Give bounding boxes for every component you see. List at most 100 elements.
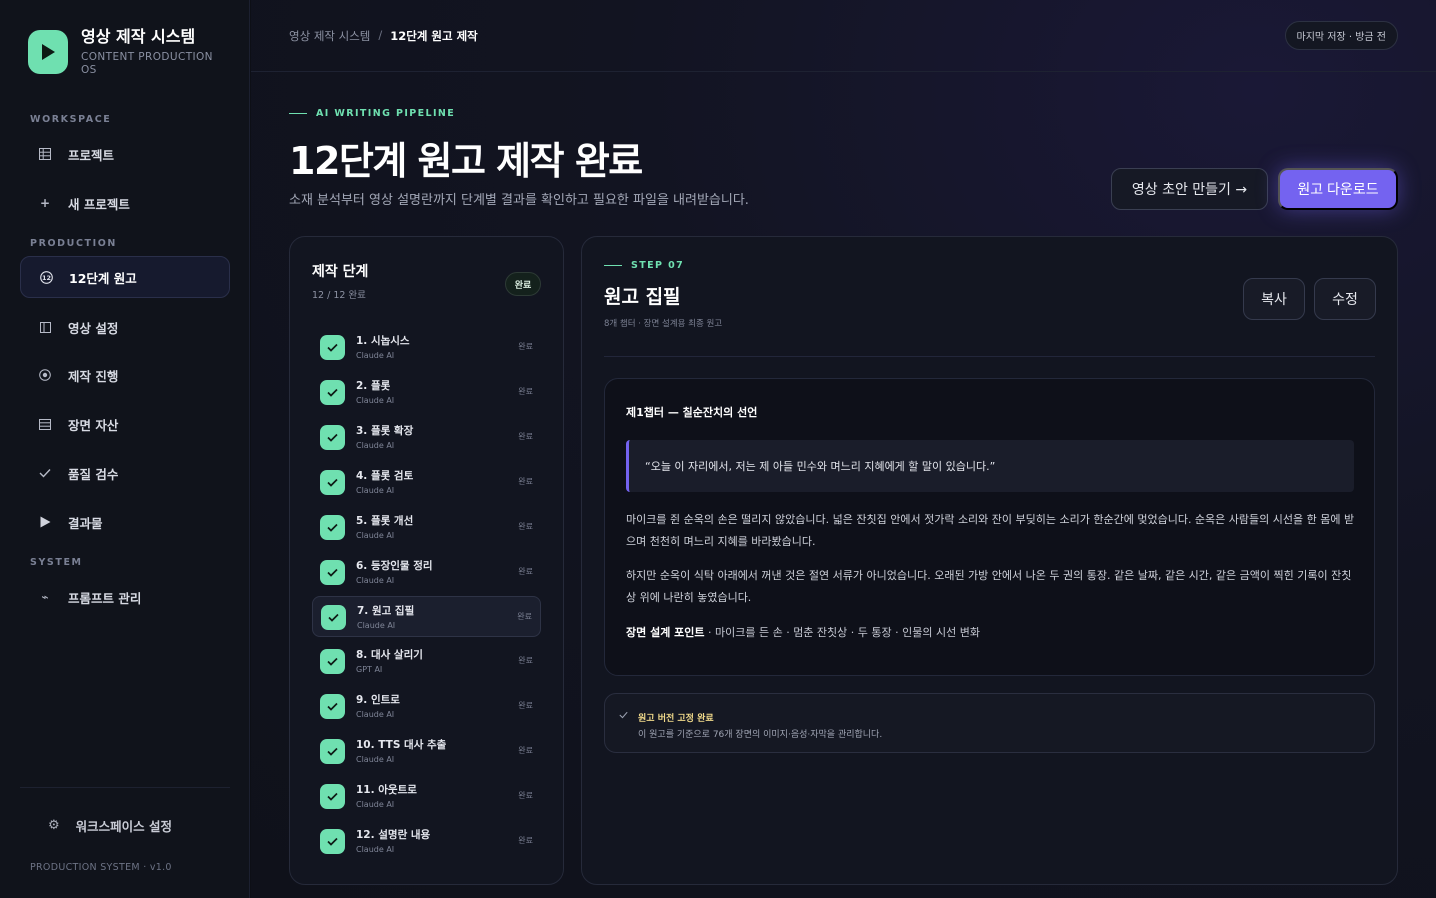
sidebar-item-scene-assets[interactable]: 장면 자산 — [20, 403, 230, 445]
sidebar-item-production-progress[interactable]: 제작 진행 — [20, 354, 230, 396]
step-model: Claude AI — [356, 351, 395, 360]
step-item[interactable]: 2. 플롯 Claude AI 완료 — [312, 372, 541, 413]
step-name: 11. 아웃트로 — [356, 784, 417, 796]
step-item[interactable]: 3. 플롯 확장 Claude AI 완료 — [312, 417, 541, 458]
sidebar-item-label: 12단계 원고 — [69, 270, 137, 286]
step-model: Claude AI — [356, 755, 395, 765]
sidebar-item-label: 프로젝트 — [68, 147, 115, 163]
scene-design-point-text: · 마이크를 든 손 · 멈춘 잔칫상 · 두 통장 · 인물의 시선 변화 — [704, 626, 980, 639]
check-icon — [321, 605, 346, 631]
step-name: 12. 설명란 내용 — [356, 828, 431, 841]
step-item[interactable]: 4. 플롯 검토 Claude AI 완료 — [312, 462, 541, 503]
step-item[interactable]: 1. 시놉시스 Claude AI 완료 — [312, 327, 541, 368]
notice-title: 원고 버전 고정 완료 — [638, 714, 714, 724]
step-status: 완료 — [518, 701, 533, 711]
sidebar-item-new-project[interactable]: + 새 프로젝트 — [20, 182, 230, 224]
step-status: 완료 — [518, 566, 533, 576]
workspace-settings-link[interactable]: ⚙ 워크스페이스 설정 — [48, 816, 172, 835]
sidebar-item-projects[interactable]: 프로젝트 — [20, 133, 230, 175]
sidebar-item-12-step-script[interactable]: 12 12단계 원고 — [20, 256, 230, 298]
create-video-draft-button[interactable]: 영상 초안 만들기 → — [1111, 168, 1268, 210]
sidebar-item-quality-check[interactable]: 품질 검수 — [20, 452, 230, 494]
notice-text: 이 원고를 기준으로 76개 장면의 이미지·음성·자막을 관리합니다. — [638, 730, 883, 740]
step-model: Claude AI — [356, 440, 395, 450]
sidebar-item-prompt-management[interactable]: ⌁ 프롬프트 관리 — [20, 576, 230, 618]
play-logo-icon — [28, 30, 68, 74]
list-icon — [38, 417, 52, 431]
sidebar: 영상 제작 시스템 CONTENT PRODUCTION OS WORKSPAC… — [0, 0, 250, 898]
workspace-settings-label: 워크스페이스 설정 — [75, 819, 173, 834]
step-item[interactable]: 8. 대사 살리기 GPT AI 완료 — [312, 641, 541, 682]
page-title: 12단계 원고 제작 완료 — [289, 139, 643, 183]
quote-block: “오늘 이 자리에서, 저는 제 아들 민수와 며느리 지혜에게 할 말이 있습… — [626, 440, 1354, 492]
step-item[interactable]: 10. TTS 대사 추출 Claude AI 완료 — [312, 731, 541, 772]
page-eyebrow: AI WRITING PIPELINE — [289, 108, 455, 119]
step-status: 완료 — [518, 386, 533, 396]
step-model: Claude AI — [357, 621, 396, 631]
steps-complete-badge: 완료 — [505, 272, 541, 296]
version-label: PRODUCTION SYSTEM · v1.0 — [30, 862, 172, 873]
check-icon — [320, 469, 345, 495]
svg-text:12: 12 — [41, 274, 50, 282]
sidebar-item-label: 장면 자산 — [68, 417, 119, 433]
step-item[interactable]: 11. 아웃트로 Claude AI 완료 — [312, 776, 541, 817]
version-lock-notice: 원고 버전 고정 완료 이 원고를 기준으로 76개 장면의 이미지·음성·자막… — [604, 693, 1375, 753]
steps-count: 12 / 12 완료 — [312, 290, 366, 301]
step-name: 5. 플롯 개선 — [356, 514, 414, 527]
check-icon — [320, 559, 345, 585]
step-model: Claude AI — [356, 530, 395, 540]
sidebar-item-label: 품질 검수 — [68, 466, 119, 482]
download-script-button[interactable]: 원고 다운로드 — [1278, 168, 1398, 210]
sidebar-item-video-settings[interactable]: 영상 설정 — [20, 306, 230, 348]
sidebar-item-label: 영상 설정 — [68, 320, 119, 336]
content-title: 원고 집필 — [604, 286, 681, 308]
sidebar-item-outputs[interactable]: 결과물 — [20, 501, 230, 543]
target-icon — [38, 368, 52, 382]
step-status: 완료 — [518, 746, 533, 756]
step-name: 9. 인트로 — [356, 694, 400, 707]
sidebar-item-label: 새 프로젝트 — [68, 196, 130, 212]
content-panel: STEP 07 원고 집필 8개 챕터 · 장면 설계용 최종 원고 복사 수정… — [581, 236, 1398, 885]
step-model: Claude AI — [356, 844, 395, 854]
breadcrumb-root[interactable]: 영상 제작 시스템 — [289, 28, 370, 44]
step-item[interactable]: 9. 인트로 Claude AI 완료 — [312, 686, 541, 727]
check-icon — [320, 379, 345, 405]
step-model: Claude AI — [356, 395, 395, 405]
sidebar-item-label: 결과물 — [68, 515, 103, 531]
breadcrumb-separator: / — [378, 28, 383, 42]
step-name: 2. 플롯 — [356, 379, 391, 392]
check-icon — [320, 514, 345, 540]
brand-title: 영상 제작 시스템 — [81, 27, 196, 46]
check-icon — [619, 711, 628, 719]
topbar: 영상 제작 시스템 / 12단계 원고 제작 마지막 저장 · 방금 전 — [251, 0, 1436, 72]
step-item[interactable]: 5. 플롯 개선 Claude AI 완료 — [312, 507, 541, 548]
scene-design-point-label: 장면 설계 포인트 — [626, 626, 705, 639]
edit-button[interactable]: 수정 — [1314, 278, 1376, 320]
step-status: 완료 — [518, 656, 533, 666]
step-item[interactable]: 6. 등장인물 정리 Claude AI 완료 — [312, 552, 541, 593]
step-status: 완료 — [518, 791, 533, 800]
page-description: 소재 분석부터 영상 설명란까지 단계별 결과를 확인하고 필요한 파일을 내려… — [289, 193, 749, 208]
step-status: 완료 — [517, 612, 532, 622]
check-icon — [320, 694, 345, 720]
step-model: Claude AI — [356, 575, 395, 585]
sidebar-item-label: 프롬프트 관리 — [68, 590, 142, 606]
step-model: Claude AI — [356, 800, 395, 809]
step-item[interactable]: 12. 설명란 내용 Claude AI 완료 — [312, 821, 541, 862]
grid-icon — [38, 147, 52, 161]
section-label-workspace: WORKSPACE — [30, 114, 112, 125]
manuscript-card: 제1챕터 — 칠순잔치의 선언 “오늘 이 자리에서, 저는 제 아들 민수와 … — [604, 378, 1375, 676]
wave-icon: ⌁ — [41, 590, 49, 604]
check-icon — [320, 335, 345, 360]
step-name: 1. 시놉시스 — [356, 335, 410, 347]
manuscript-paragraph: 하지만 순옥이 식탁 아래에서 꺼낸 것은 절연 서류가 아니었습니다. 오래된… — [626, 569, 1352, 604]
chapter-title: 제1챕터 — 칠순잔치의 선언 — [626, 406, 758, 419]
check-icon — [320, 649, 345, 675]
brand[interactable]: 영상 제작 시스템 CONTENT PRODUCTION OS — [28, 27, 221, 77]
copy-button[interactable]: 복사 — [1243, 278, 1305, 320]
step-name: 3. 플롯 확장 — [356, 424, 414, 437]
check-icon — [38, 466, 52, 480]
step-status: 완료 — [518, 342, 533, 351]
section-label-production: PRODUCTION — [30, 238, 117, 249]
step-item[interactable]: 7. 원고 집필 Claude AI 완료 — [312, 596, 541, 638]
